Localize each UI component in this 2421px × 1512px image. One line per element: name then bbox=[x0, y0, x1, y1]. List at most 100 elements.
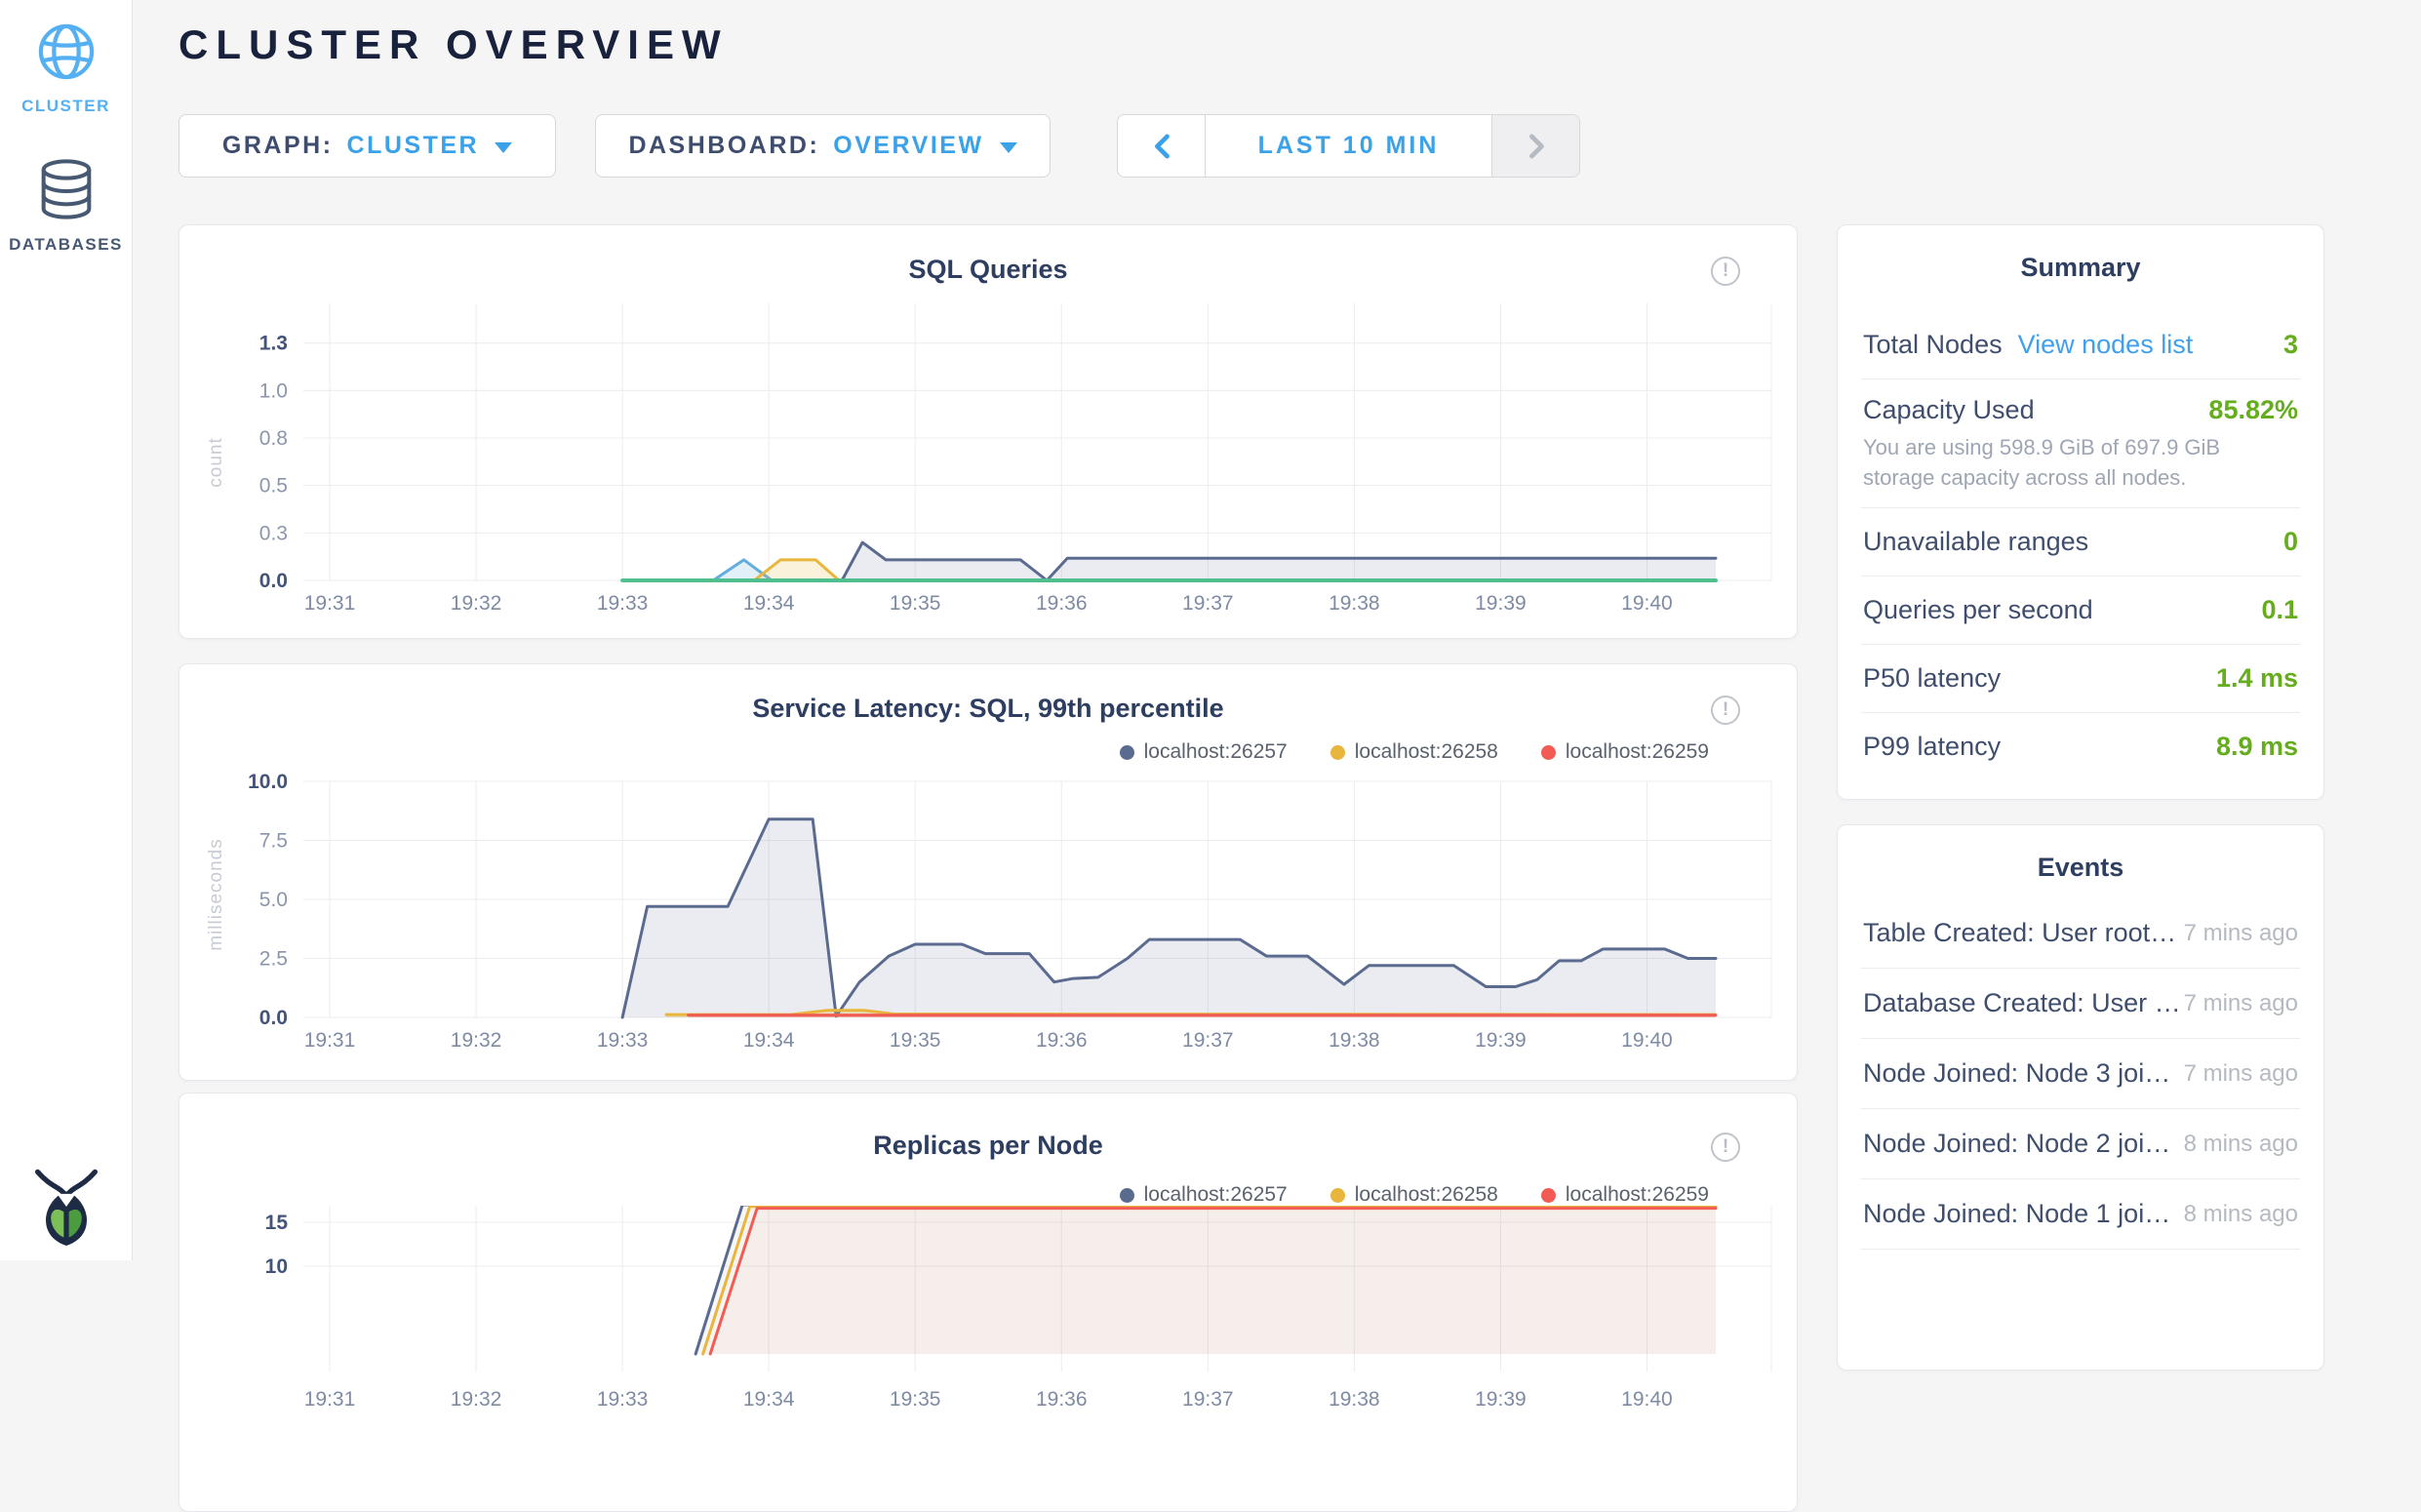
svg-text:19:36: 19:36 bbox=[1036, 592, 1088, 615]
summary-row-value: 1.4 ms bbox=[2216, 663, 2298, 694]
legend-label: localhost:26258 bbox=[1355, 1183, 1498, 1207]
svg-text:19:37: 19:37 bbox=[1182, 1029, 1234, 1052]
event-time: 7 mins ago bbox=[2184, 1060, 2298, 1088]
svg-text:0.3: 0.3 bbox=[259, 522, 288, 544]
replicas-per-node-card: Replicas per Node ! localhost:26257local… bbox=[179, 1093, 1798, 1512]
sql-queries-card: SQL Queries ! count 0.00.30.50.81.01.319… bbox=[179, 224, 1798, 639]
dashboard-dropdown[interactable]: DASHBOARD: OVERVIEW bbox=[595, 114, 1051, 178]
graph-dropdown[interactable]: GRAPH: CLUSTER bbox=[179, 114, 556, 178]
replicas-per-node-chart[interactable]: 151019:3119:3219:3319:3419:3519:3619:371… bbox=[179, 1206, 1799, 1498]
event-text: Table Created: User root cre... bbox=[1863, 918, 2184, 948]
summary-row-label: Queries per second bbox=[1863, 595, 2093, 625]
svg-text:0.8: 0.8 bbox=[259, 427, 288, 450]
svg-text:19:35: 19:35 bbox=[890, 1388, 941, 1411]
summary-rows: Total NodesView nodes list 3 Capacity Us… bbox=[1861, 311, 2300, 781]
event-text: Database Created: User roo... bbox=[1863, 988, 2184, 1018]
summary-row-value: 0.1 bbox=[2261, 595, 2298, 625]
svg-text:19:39: 19:39 bbox=[1475, 592, 1527, 615]
chevron-down-icon bbox=[1000, 142, 1017, 153]
svg-text:19:32: 19:32 bbox=[451, 592, 502, 615]
svg-text:19:39: 19:39 bbox=[1475, 1388, 1527, 1411]
summary-row-capacity: Capacity Used 85.82% You are using 598.9… bbox=[1861, 379, 2300, 508]
summary-row-label: P99 latency bbox=[1863, 732, 2001, 762]
svg-text:19:34: 19:34 bbox=[743, 592, 795, 615]
svg-text:19:32: 19:32 bbox=[451, 1388, 502, 1411]
sidebar-item-cluster[interactable]: CLUSTER bbox=[0, 21, 132, 116]
legend-item[interactable]: localhost:26259 bbox=[1541, 1183, 1709, 1207]
time-next-button[interactable] bbox=[1491, 115, 1579, 177]
sidebar-item-label: CLUSTER bbox=[0, 97, 132, 116]
svg-text:2.5: 2.5 bbox=[259, 948, 288, 971]
svg-text:19:35: 19:35 bbox=[890, 592, 941, 615]
svg-text:19:32: 19:32 bbox=[451, 1029, 502, 1052]
chart-title: SQL Queries bbox=[179, 255, 1797, 285]
event-time: 8 mins ago bbox=[2184, 1131, 2298, 1158]
svg-text:19:36: 19:36 bbox=[1036, 1029, 1088, 1052]
legend-dot-icon bbox=[1330, 1188, 1345, 1203]
legend-item[interactable]: localhost:26258 bbox=[1330, 1183, 1498, 1207]
capacity-label: Capacity Used bbox=[1863, 395, 2035, 425]
event-text: Node Joined: Node 3 joined... bbox=[1863, 1058, 2184, 1089]
dashboard-dropdown-value: OVERVIEW bbox=[833, 132, 983, 160]
events-list: Table Created: User root cre... 7 mins a… bbox=[1861, 898, 2300, 1250]
sidebar-item-databases[interactable]: DATABASES bbox=[0, 158, 132, 255]
sql-queries-chart[interactable]: 0.00.30.50.81.01.319:3119:3219:3319:3419… bbox=[179, 303, 1799, 640]
event-row: Node Joined: Node 3 joined... 7 mins ago bbox=[1861, 1039, 2300, 1109]
events-title: Events bbox=[1838, 853, 2323, 883]
svg-text:1.0: 1.0 bbox=[259, 379, 288, 402]
svg-text:19:33: 19:33 bbox=[597, 1388, 649, 1411]
svg-text:19:37: 19:37 bbox=[1182, 592, 1234, 615]
time-prev-button[interactable] bbox=[1118, 115, 1206, 177]
summary-row-value: 8.9 ms bbox=[2216, 732, 2298, 762]
service-latency-chart[interactable]: 0.02.55.07.510.019:3119:3219:3319:3419:3… bbox=[179, 757, 1799, 1079]
svg-text:5.0: 5.0 bbox=[259, 889, 288, 911]
info-icon[interactable]: ! bbox=[1711, 696, 1740, 725]
event-time: 7 mins ago bbox=[2184, 920, 2298, 947]
service-latency-card: Service Latency: SQL, 99th percentile ! … bbox=[179, 663, 1798, 1081]
event-time: 8 mins ago bbox=[2184, 1201, 2298, 1228]
view-nodes-list-link[interactable]: View nodes list bbox=[2018, 330, 2194, 359]
svg-text:19:40: 19:40 bbox=[1621, 1388, 1673, 1411]
summary-title: Summary bbox=[1838, 253, 2323, 283]
svg-text:1.3: 1.3 bbox=[259, 333, 288, 355]
cockroachdb-logo-icon bbox=[29, 1165, 103, 1247]
svg-text:19:38: 19:38 bbox=[1329, 592, 1380, 615]
summary-row: Queries per second 0.1 bbox=[1861, 577, 2300, 645]
legend-item[interactable]: localhost:26257 bbox=[1120, 1183, 1288, 1207]
page-title: CLUSTER OVERVIEW bbox=[179, 21, 729, 68]
svg-text:19:33: 19:33 bbox=[597, 592, 649, 615]
event-row: Node Joined: Node 1 joined... 8 mins ago bbox=[1861, 1179, 2300, 1250]
svg-text:19:39: 19:39 bbox=[1475, 1029, 1527, 1052]
event-text: Node Joined: Node 2 joined... bbox=[1863, 1129, 2184, 1159]
legend-dot-icon bbox=[1541, 1188, 1556, 1203]
event-row: Database Created: User roo... 7 mins ago bbox=[1861, 969, 2300, 1039]
summary-row: Unavailable ranges 0 bbox=[1861, 508, 2300, 577]
info-icon[interactable]: ! bbox=[1711, 1133, 1740, 1162]
svg-text:19:31: 19:31 bbox=[304, 592, 356, 615]
total-nodes-label: Total Nodes bbox=[1863, 330, 2003, 359]
summary-row-total-nodes: Total NodesView nodes list 3 bbox=[1861, 311, 2300, 379]
chart-legend: localhost:26257 localhost:26258 localhost:… bbox=[1120, 1183, 1709, 1207]
database-icon bbox=[37, 208, 96, 224]
svg-text:0.5: 0.5 bbox=[259, 475, 288, 497]
globe-icon bbox=[36, 69, 97, 86]
event-row: Table Created: User root cre... 7 mins a… bbox=[1861, 898, 2300, 969]
svg-text:19:36: 19:36 bbox=[1036, 1388, 1088, 1411]
svg-text:19:31: 19:31 bbox=[304, 1388, 356, 1411]
svg-text:0.0: 0.0 bbox=[259, 1007, 288, 1029]
svg-text:19:38: 19:38 bbox=[1329, 1029, 1380, 1052]
svg-text:10.0: 10.0 bbox=[248, 771, 288, 793]
chevron-right-icon bbox=[1526, 132, 1547, 161]
svg-text:19:34: 19:34 bbox=[743, 1388, 795, 1411]
summary-row-label: Unavailable ranges bbox=[1863, 527, 2088, 557]
svg-text:19:40: 19:40 bbox=[1621, 592, 1673, 615]
chevron-down-icon bbox=[495, 142, 512, 153]
event-text: Node Joined: Node 1 joined... bbox=[1863, 1199, 2184, 1229]
svg-text:19:35: 19:35 bbox=[890, 1029, 941, 1052]
graph-dropdown-label: GRAPH: bbox=[222, 132, 334, 160]
time-range-selector[interactable]: LAST 10 MIN bbox=[1206, 115, 1491, 177]
events-panel: Events Table Created: User root cre... 7… bbox=[1837, 824, 2324, 1371]
svg-text:15: 15 bbox=[265, 1212, 289, 1234]
info-icon[interactable]: ! bbox=[1711, 257, 1740, 286]
summary-panel: Summary Total NodesView nodes list 3 Cap… bbox=[1837, 224, 2324, 800]
